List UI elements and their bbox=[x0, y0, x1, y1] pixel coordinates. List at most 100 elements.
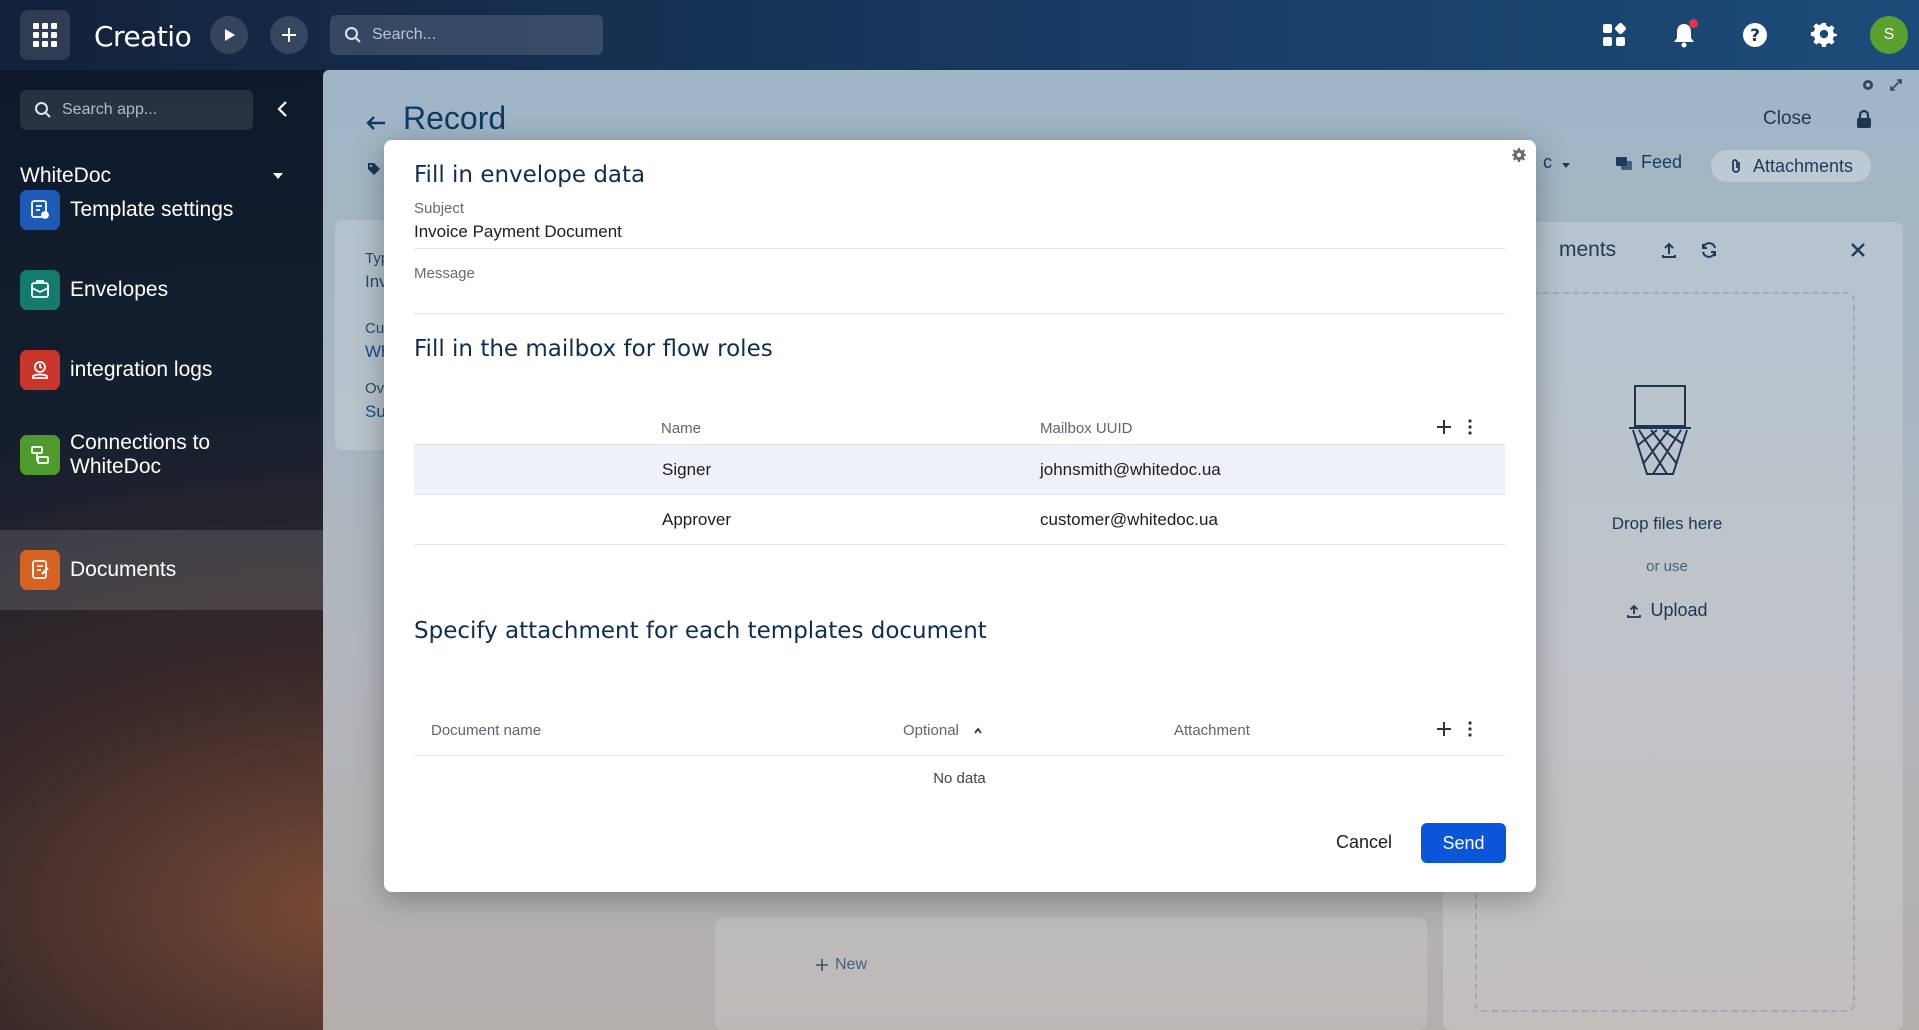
subject-field[interactable]: Invoice Payment Document bbox=[414, 222, 622, 242]
app-search-input[interactable] bbox=[62, 101, 242, 119]
column-header-optional[interactable]: Optional bbox=[903, 722, 983, 739]
creatio-logo: Creatio bbox=[94, 20, 192, 53]
message-label: Message bbox=[414, 265, 475, 282]
search-icon bbox=[345, 27, 361, 43]
sidebar-item-integration-logs[interactable]: integration logs bbox=[0, 340, 323, 400]
add-row-icon[interactable] bbox=[1435, 720, 1453, 738]
expand-icon[interactable] bbox=[1889, 78, 1903, 92]
column-header-name[interactable]: Name bbox=[661, 420, 701, 437]
documents-icon bbox=[20, 550, 60, 590]
divider bbox=[414, 248, 1505, 249]
app-search[interactable] bbox=[20, 90, 253, 130]
column-header-document-name[interactable]: Document name bbox=[431, 722, 541, 739]
role-name-cell: Signer bbox=[662, 460, 712, 479]
user-avatar[interactable]: S bbox=[1870, 16, 1908, 54]
page-title: Record bbox=[403, 100, 507, 136]
divider bbox=[414, 755, 1505, 756]
search-icon bbox=[35, 102, 51, 118]
detail-card: New bbox=[715, 918, 1427, 1030]
play-icon bbox=[225, 29, 235, 41]
help-icon[interactable]: ? bbox=[1737, 17, 1773, 53]
role-name-cell: Approver bbox=[662, 510, 731, 529]
add-row-icon[interactable] bbox=[1435, 418, 1453, 436]
new-label: New bbox=[835, 956, 868, 973]
sidebar-item-label: integration logs bbox=[70, 358, 213, 381]
global-search[interactable] bbox=[330, 15, 603, 55]
quick-add-button[interactable] bbox=[270, 16, 308, 54]
attachments-tab[interactable]: Attachments bbox=[1711, 150, 1872, 182]
sidebar-item-label: Template settings bbox=[70, 198, 234, 221]
plus-icon bbox=[816, 959, 828, 971]
integration-logs-icon bbox=[20, 350, 60, 390]
message-field[interactable] bbox=[414, 288, 1505, 310]
table-row[interactable]: Approver customer@whitedoc.ua bbox=[414, 495, 1505, 545]
more-options-icon[interactable] bbox=[1467, 720, 1473, 738]
connections-icon bbox=[20, 435, 60, 475]
close-button[interactable]: Close bbox=[1763, 108, 1812, 130]
sidebar: WhiteDoc Template settings Envelopes int… bbox=[0, 70, 323, 1030]
table-header: Name Mailbox UUID bbox=[414, 390, 1505, 444]
flow-roles-heading: Fill in the mailbox for flow roles bbox=[414, 336, 773, 362]
upload-icon bbox=[1627, 604, 1642, 618]
new-button[interactable]: New bbox=[815, 956, 867, 974]
top-bar: Creatio ? S bbox=[0, 0, 1919, 70]
templates-document-heading: Specify attachment for each templates do… bbox=[414, 618, 987, 644]
global-search-input[interactable] bbox=[372, 26, 592, 44]
sort-ascending-icon bbox=[974, 727, 982, 734]
notification-bell-icon[interactable] bbox=[1666, 17, 1702, 53]
table-header: Document name Optional Attachment bbox=[414, 700, 1505, 754]
settings-gear-icon[interactable] bbox=[1806, 17, 1842, 53]
sidebar-item-documents[interactable]: Documents bbox=[0, 530, 323, 610]
app-grid-icon[interactable] bbox=[20, 10, 70, 60]
upload-label: Upload bbox=[1650, 600, 1708, 620]
collapse-sidebar-icon[interactable] bbox=[272, 98, 294, 120]
attachments-panel-title: ments bbox=[1559, 238, 1617, 261]
mailbox-cell[interactable]: johnsmith@whitedoc.ua bbox=[1040, 460, 1221, 480]
more-options-icon[interactable] bbox=[1467, 418, 1473, 436]
lock-icon[interactable] bbox=[1853, 108, 1875, 130]
template-settings-icon bbox=[20, 190, 60, 230]
column-header-attachment[interactable]: Attachment bbox=[1174, 722, 1250, 739]
envelope-dialog: Fill in envelope data Subject Invoice Pa… bbox=[384, 140, 1536, 892]
customer-label: Cu bbox=[365, 320, 385, 337]
close-icon[interactable] bbox=[1848, 240, 1868, 260]
sidebar-item-envelopes[interactable]: Envelopes bbox=[0, 260, 323, 320]
back-arrow-icon[interactable] bbox=[363, 110, 389, 136]
optional-label: Optional bbox=[903, 722, 959, 739]
sidebar-item-label: Connections to WhiteDoc bbox=[70, 431, 211, 478]
upload-icon[interactable] bbox=[1659, 240, 1679, 260]
svg-text:?: ? bbox=[1750, 26, 1760, 46]
feed-label: Feed bbox=[1641, 152, 1683, 172]
chevron-down-icon[interactable] bbox=[1559, 158, 1573, 172]
subject-label: Subject bbox=[414, 200, 465, 217]
feed-tab[interactable]: Feed bbox=[1615, 152, 1682, 173]
attachments-label: Attachments bbox=[1753, 155, 1854, 176]
table-row[interactable]: Signer johnsmith@whitedoc.ua bbox=[414, 445, 1505, 495]
plus-icon bbox=[282, 28, 296, 42]
mailbox-cell[interactable]: customer@whitedoc.ua bbox=[1040, 510, 1218, 530]
tag-icon[interactable] bbox=[367, 162, 381, 176]
cancel-button[interactable]: Cancel bbox=[1314, 823, 1414, 861]
settings-gear-icon[interactable] bbox=[1861, 78, 1875, 92]
feed-icon bbox=[1616, 156, 1632, 170]
basket-icon bbox=[1629, 385, 1691, 475]
owner-label: Ov bbox=[365, 380, 385, 397]
paperclip-icon bbox=[1732, 159, 1740, 173]
app-hub-icon[interactable] bbox=[1596, 17, 1632, 53]
refresh-icon[interactable] bbox=[1699, 240, 1719, 260]
notification-dot bbox=[1689, 19, 1698, 28]
sidebar-item-label: Documents bbox=[70, 558, 177, 581]
sidebar-item-connections[interactable]: Connections to WhiteDoc bbox=[0, 420, 323, 490]
owner-value[interactable]: Su bbox=[365, 402, 386, 422]
dropdown-text-fragment: c bbox=[1543, 152, 1552, 172]
sidebar-item-template-settings[interactable]: Template settings bbox=[0, 180, 323, 240]
column-header-mailbox[interactable]: Mailbox UUID bbox=[1040, 420, 1133, 437]
divider bbox=[414, 313, 1505, 314]
empty-state-text: No data bbox=[933, 770, 986, 787]
envelope-data-heading: Fill in envelope data bbox=[414, 162, 646, 188]
sidebar-item-label: Envelopes bbox=[70, 278, 169, 301]
settings-gear-icon[interactable] bbox=[1512, 148, 1526, 162]
run-process-button[interactable] bbox=[210, 16, 248, 54]
envelope-icon bbox=[20, 270, 60, 310]
send-button[interactable]: Send bbox=[1421, 823, 1506, 863]
